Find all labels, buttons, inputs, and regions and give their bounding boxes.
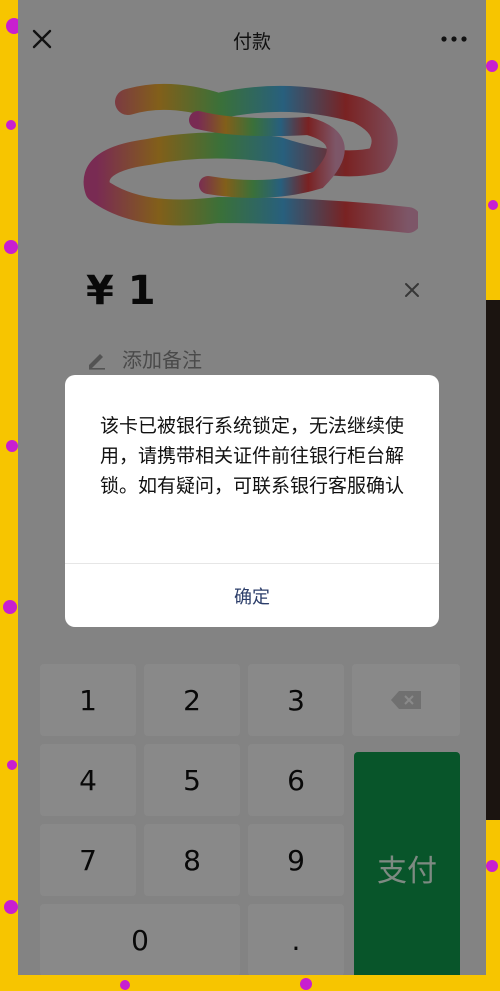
frame-dot bbox=[486, 860, 498, 872]
frame-dot bbox=[120, 980, 130, 990]
frame-dot bbox=[488, 200, 498, 210]
dark-edge bbox=[486, 300, 500, 820]
confirm-button[interactable]: 确定 bbox=[65, 564, 439, 627]
frame-dot bbox=[6, 440, 18, 452]
payment-screen: 付款 ¥ 1 添加备注 1 2 3 4 5 6 7 8 9 0 . 支付 该卡已… bbox=[18, 0, 486, 975]
frame-dot bbox=[4, 900, 18, 914]
frame-dot bbox=[300, 978, 312, 990]
frame-dot bbox=[3, 600, 17, 614]
frame-dot bbox=[6, 120, 16, 130]
frame-dot bbox=[7, 760, 17, 770]
frame-dot bbox=[486, 60, 498, 72]
alert-dialog: 该卡已被银行系统锁定，无法继续使用，请携带相关证件前往银行柜台解锁。如有疑问，可… bbox=[65, 375, 439, 627]
dialog-message: 该卡已被银行系统锁定，无法继续使用，请携带相关证件前往银行柜台解锁。如有疑问，可… bbox=[99, 415, 404, 497]
frame-dot bbox=[4, 240, 18, 254]
